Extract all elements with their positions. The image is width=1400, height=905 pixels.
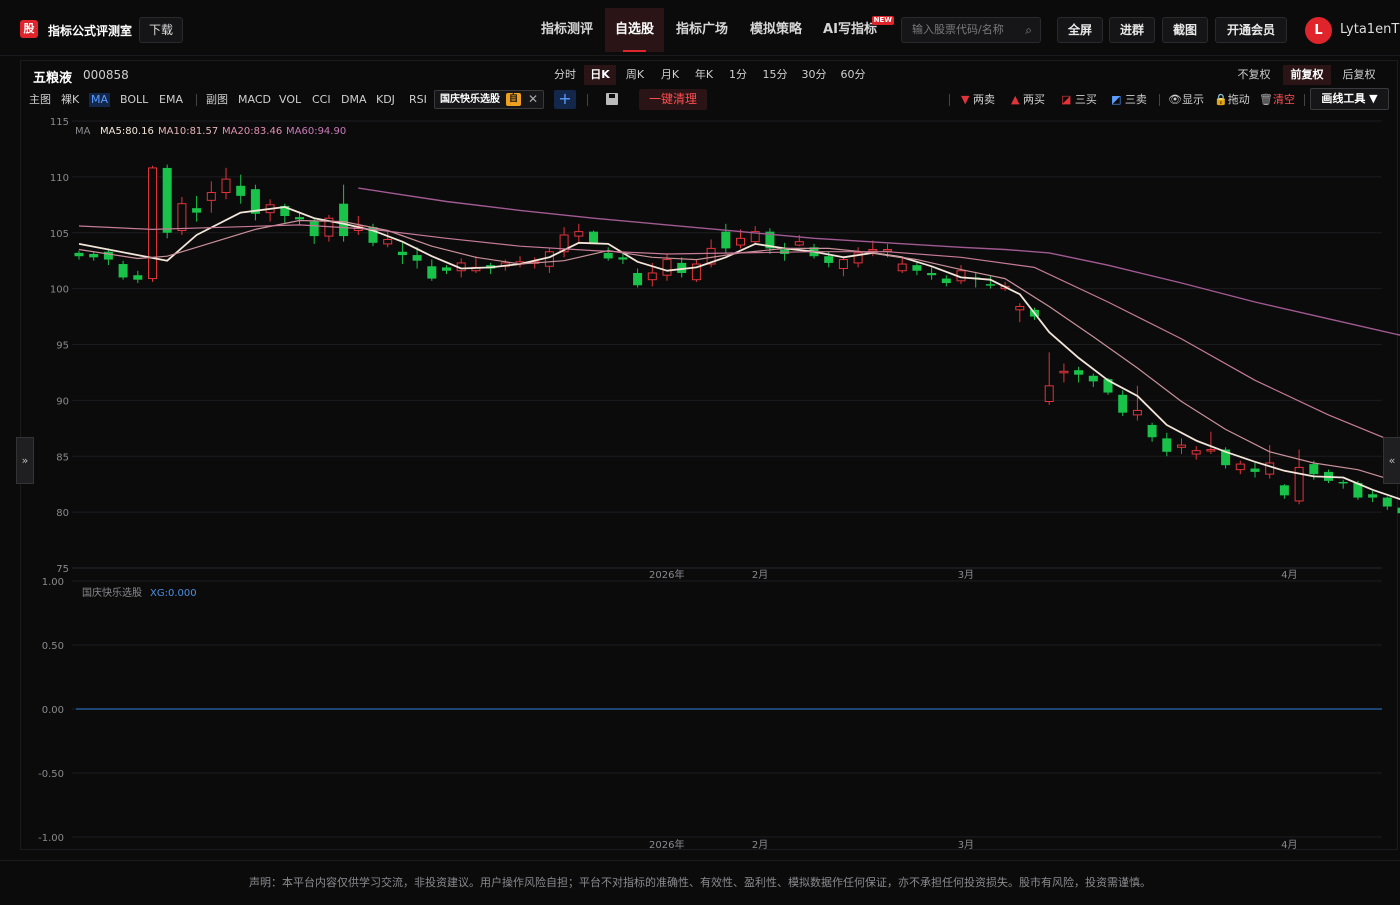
y-tick-label: 95 — [56, 341, 69, 352]
candle-down — [1280, 485, 1289, 495]
y-tick-label: 1.00 — [42, 577, 64, 588]
candle-up — [1192, 451, 1200, 454]
candle-down — [1383, 498, 1392, 507]
candle-down — [413, 255, 422, 261]
candle-down — [339, 204, 348, 236]
candle-up — [222, 179, 230, 192]
candle-down — [912, 265, 921, 271]
y-tick-label: -1.00 — [38, 833, 64, 844]
candle-down — [927, 273, 936, 275]
candle-down — [942, 279, 951, 283]
candle-up — [149, 168, 157, 279]
candle-down — [824, 256, 833, 263]
ma60-legend: MA60:94.90 — [286, 126, 346, 137]
candle-down — [295, 217, 304, 219]
x-tick-label: 2026年 — [649, 568, 684, 581]
candle-up — [1016, 307, 1024, 310]
candle-down — [1089, 376, 1098, 382]
candle-up — [663, 260, 671, 276]
y-tick-label: 105 — [50, 229, 69, 240]
candle-down — [589, 232, 598, 243]
candle-up — [884, 250, 892, 252]
candle-down — [119, 264, 128, 277]
candle-up — [869, 250, 877, 252]
candle-down — [310, 222, 319, 237]
y-tick-label: 80 — [56, 508, 69, 519]
y-tick-label: 115 — [50, 117, 69, 128]
candle-up — [898, 264, 906, 271]
ma5-legend: MA5:80.16 — [100, 126, 154, 137]
x-tick-label: 3月 — [958, 569, 974, 581]
sub-legend-value: XG:0.000 — [150, 588, 197, 599]
candle-up — [178, 204, 186, 231]
candle-up — [795, 242, 803, 245]
candle-down — [1162, 438, 1171, 451]
ma10-legend: MA10:81.57 — [158, 126, 218, 137]
candle-up — [545, 252, 553, 267]
candle-down — [89, 254, 98, 257]
disclaimer: 声明：本平台内容仅供学习交流，非投资建议。用户操作风险自担；平台不对指标的准确性… — [0, 860, 1400, 900]
y-tick-label: -0.50 — [38, 769, 64, 780]
candlestick-chart[interactable]: 115 110 105 100 95 90 85 80 75 1.00 0.50 0.00 -0.50 -… — [0, 0, 1400, 900]
candle-down — [604, 253, 613, 259]
candle-down — [618, 257, 627, 259]
candle-down — [236, 186, 245, 196]
candle-down — [398, 252, 407, 255]
candle-down — [1118, 395, 1127, 413]
candle-down — [1251, 469, 1260, 472]
y-tick-label: 90 — [56, 396, 69, 407]
candle-up — [1060, 371, 1068, 373]
candle-down — [1339, 482, 1348, 484]
candle-down — [1148, 425, 1157, 437]
candle-up — [648, 273, 656, 280]
y-tick-label: 85 — [56, 452, 69, 463]
y-tick-label: 75 — [56, 564, 69, 575]
candle-down — [721, 232, 730, 249]
x-tick-label: 4月 — [1281, 839, 1297, 851]
candle-down — [986, 284, 995, 286]
sub-legend-name: 国庆快乐选股 — [82, 586, 142, 599]
x-tick-label: 2月 — [752, 839, 768, 851]
ma-lines — [79, 188, 1400, 510]
candle-down — [1368, 494, 1377, 497]
ma20-line — [79, 225, 1400, 458]
chart-grid — [72, 121, 1382, 837]
y-tick-label: 110 — [50, 173, 69, 184]
candle-up — [207, 193, 215, 201]
candle-down — [163, 168, 172, 233]
candle-down — [633, 273, 642, 285]
candle-down — [427, 266, 436, 278]
x-tick-label: 4月 — [1281, 569, 1297, 581]
candle-down — [75, 253, 84, 256]
candle-up — [1133, 410, 1141, 414]
y-tick-label: 0.50 — [42, 641, 64, 652]
candle-up — [1207, 450, 1215, 452]
candle-up — [1045, 386, 1053, 402]
candles — [75, 165, 1400, 528]
candle-down — [192, 208, 201, 212]
candle-up — [1236, 464, 1244, 470]
x-tick-label: 2月 — [752, 569, 768, 581]
x-tick-label: 3月 — [958, 839, 974, 851]
left-panel-toggle[interactable]: » — [16, 437, 34, 484]
ma10-line — [79, 221, 1400, 495]
candle-up — [839, 260, 847, 269]
candle-up — [737, 238, 745, 245]
x-tick-label: 2026年 — [649, 838, 684, 851]
ma-legend-title: MA — [75, 126, 91, 137]
right-panel-toggle[interactable]: « — [1383, 437, 1400, 484]
ma20-legend: MA20:83.46 — [222, 126, 282, 137]
candle-down — [133, 275, 142, 279]
y-tick-label: 100 — [50, 285, 69, 296]
candle-down — [442, 267, 451, 270]
candle-up — [384, 239, 392, 243]
ma60-line — [358, 188, 1400, 346]
candle-down — [1074, 370, 1083, 374]
y-axis: 115 110 105 100 95 90 85 80 75 1.00 0.50 0.00 -0.50 -… — [38, 117, 69, 844]
candle-up — [575, 232, 583, 236]
candle-up — [1178, 445, 1186, 447]
candle-down — [1309, 464, 1318, 474]
y-tick-label: 0.00 — [42, 705, 64, 716]
